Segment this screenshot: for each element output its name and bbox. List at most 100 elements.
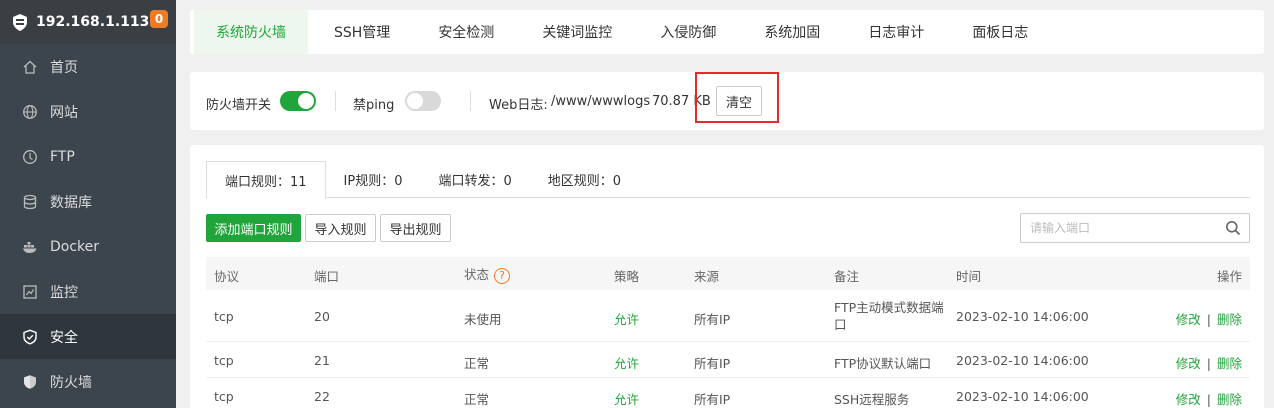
col-status-label: 状态 bbox=[464, 267, 490, 282]
cell-source: 所有IP bbox=[694, 392, 731, 407]
import-rules-button[interactable]: 导入规则 bbox=[305, 214, 376, 242]
cell-policy: 允许 bbox=[614, 392, 640, 407]
cell-port: 20 bbox=[314, 309, 330, 324]
divider bbox=[335, 91, 336, 111]
shield-icon bbox=[22, 374, 38, 390]
edit-link[interactable]: 修改 bbox=[1176, 312, 1201, 327]
delete-link[interactable]: 删除 bbox=[1217, 312, 1242, 327]
col-ops: 操作 bbox=[1216, 269, 1242, 284]
clear-log-button[interactable]: 清空 bbox=[716, 86, 762, 116]
tab-port-forward[interactable]: 端口转发：0 bbox=[421, 161, 530, 198]
ping-toggle[interactable] bbox=[405, 91, 441, 111]
delete-link[interactable]: 删除 bbox=[1217, 392, 1242, 407]
col-policy: 策略 bbox=[614, 269, 640, 284]
add-port-rule-button[interactable]: 添加端口规则 bbox=[206, 214, 301, 242]
table-row: tcp 20 未使用 允许 所有IP FTP主动模式数据端口 2023-02-1… bbox=[206, 290, 1250, 342]
divider bbox=[470, 91, 471, 111]
row-actions: 修改 | 删除 bbox=[1176, 389, 1242, 408]
row-actions: 修改 | 删除 bbox=[1176, 309, 1242, 328]
tab-region-rules[interactable]: 地区规则：0 bbox=[530, 161, 639, 198]
tab-system-firewall[interactable]: 系统防火墙 bbox=[194, 10, 308, 54]
cell-port: 21 bbox=[314, 353, 330, 368]
sidebar-item-label: 首页 bbox=[50, 59, 78, 76]
sidebar-item-monitor[interactable]: 监控 bbox=[0, 269, 176, 314]
firewall-switch-label: 防火墙开关 bbox=[206, 98, 272, 113]
notification-badge[interactable]: 0 bbox=[150, 10, 168, 28]
port-rules-table: 协议 端口 状态? 策略 来源 备注 时间 操作 tcp 20 未使用 允许 所… bbox=[206, 257, 1250, 408]
sidebar-item-docker[interactable]: Docker bbox=[0, 224, 176, 269]
sidebar-item-security[interactable]: 安全 bbox=[0, 314, 176, 359]
security-tab-bar: 系统防火墙 SSH管理 安全检测 关键词监控 入侵防御 系统加固 日志审计 面板… bbox=[190, 10, 1264, 54]
cell-status: 未使用 bbox=[464, 312, 502, 327]
table-row: tcp 21 正常 允许 所有IP FTP协议默认端口 2023-02-10 1… bbox=[206, 342, 1250, 378]
sidebar-item-label: 网站 bbox=[50, 104, 78, 121]
sidebar-item-label: Docker bbox=[50, 238, 100, 255]
sidebar-item-database[interactable]: 数据库 bbox=[0, 179, 176, 224]
sidebar-item-label: 数据库 bbox=[50, 194, 92, 211]
cell-port: 22 bbox=[314, 389, 330, 404]
edit-link[interactable]: 修改 bbox=[1176, 392, 1201, 407]
toggle-knob bbox=[298, 93, 314, 109]
cell-source: 所有IP bbox=[694, 356, 731, 371]
help-icon[interactable]: ? bbox=[494, 267, 511, 284]
cell-policy: 允许 bbox=[614, 312, 640, 327]
separator: | bbox=[1206, 356, 1211, 371]
cell-time: 2023-02-10 14:06:00 bbox=[956, 309, 1089, 324]
sidebar-item-label: 监控 bbox=[50, 284, 78, 301]
separator: | bbox=[1206, 392, 1211, 407]
sidebar-item-label: 防火墙 bbox=[50, 374, 92, 391]
sidebar-item-ftp[interactable]: FTP bbox=[0, 134, 176, 179]
table-header: 协议 端口 状态? 策略 来源 备注 时间 操作 bbox=[206, 257, 1250, 290]
cell-status: 正常 bbox=[464, 356, 490, 371]
sidebar-item-home[interactable]: 首页 bbox=[0, 44, 176, 89]
database-icon bbox=[22, 194, 38, 210]
col-port: 端口 bbox=[314, 269, 340, 284]
weblog-path-link[interactable]: /www/wwwlogs bbox=[551, 94, 650, 109]
tab-keyword-monitor[interactable]: 关键词监控 bbox=[520, 10, 634, 54]
cell-note: SSH远程服务 bbox=[834, 392, 910, 407]
tab-intrusion-defense[interactable]: 入侵防御 bbox=[638, 10, 738, 54]
cell-note: FTP主动模式数据端口 bbox=[834, 300, 944, 332]
col-note: 备注 bbox=[834, 269, 860, 284]
firewall-control-bar: 防火墙开关 禁ping Web日志: /www/wwwlogs 70.87 KB… bbox=[190, 72, 1264, 130]
table-row: tcp 22 正常 允许 所有IP SSH远程服务 2023-02-10 14:… bbox=[206, 378, 1250, 408]
search-icon[interactable] bbox=[1225, 220, 1241, 236]
tab-system-hardening[interactable]: 系统加固 bbox=[742, 10, 842, 54]
cell-policy: 允许 bbox=[614, 356, 640, 371]
row-actions: 修改 | 删除 bbox=[1176, 353, 1242, 372]
export-rules-button[interactable]: 导出规则 bbox=[380, 214, 451, 242]
tab-port-rules[interactable]: 端口规则：11 bbox=[206, 161, 326, 199]
tab-ip-rules[interactable]: IP规则：0 bbox=[326, 161, 421, 198]
sidebar-item-website[interactable]: 网站 bbox=[0, 89, 176, 134]
tab-ssh-management[interactable]: SSH管理 bbox=[312, 10, 412, 54]
sidebar-item-label: 安全 bbox=[50, 329, 78, 346]
cell-protocol: tcp bbox=[214, 309, 234, 324]
sidebar-item-label: FTP bbox=[50, 148, 75, 165]
col-source: 来源 bbox=[694, 269, 720, 284]
rules-panel: 端口规则：11 IP规则：0 端口转发：0 地区规则：0 添加端口规则 导入规则… bbox=[190, 145, 1264, 408]
cell-protocol: tcp bbox=[214, 353, 234, 368]
tab-panel-log[interactable]: 面板日志 bbox=[950, 10, 1050, 54]
firewall-toggle[interactable] bbox=[280, 91, 316, 111]
sidebar-header: 192.168.1.113 0 bbox=[0, 0, 176, 44]
server-logo-icon bbox=[13, 13, 27, 31]
globe-icon bbox=[22, 104, 38, 120]
cell-note: FTP协议默认端口 bbox=[834, 356, 932, 371]
cell-protocol: tcp bbox=[214, 389, 234, 404]
port-search-input[interactable] bbox=[1021, 214, 1211, 242]
home-icon bbox=[22, 59, 38, 75]
ftp-icon bbox=[22, 149, 38, 165]
cell-status: 正常 bbox=[464, 392, 490, 407]
tab-security-scan[interactable]: 安全检测 bbox=[416, 10, 516, 54]
cell-source: 所有IP bbox=[694, 312, 731, 327]
docker-icon bbox=[22, 239, 38, 255]
delete-link[interactable]: 删除 bbox=[1217, 356, 1242, 371]
sidebar-item-firewall[interactable]: 防火墙 bbox=[0, 359, 176, 404]
port-search bbox=[1020, 213, 1250, 243]
weblog-label: Web日志: bbox=[489, 98, 548, 113]
cell-time: 2023-02-10 14:06:00 bbox=[956, 353, 1089, 368]
shield-check-icon bbox=[22, 329, 38, 345]
tab-log-audit[interactable]: 日志审计 bbox=[846, 10, 946, 54]
edit-link[interactable]: 修改 bbox=[1176, 356, 1201, 371]
col-protocol: 协议 bbox=[214, 269, 240, 284]
